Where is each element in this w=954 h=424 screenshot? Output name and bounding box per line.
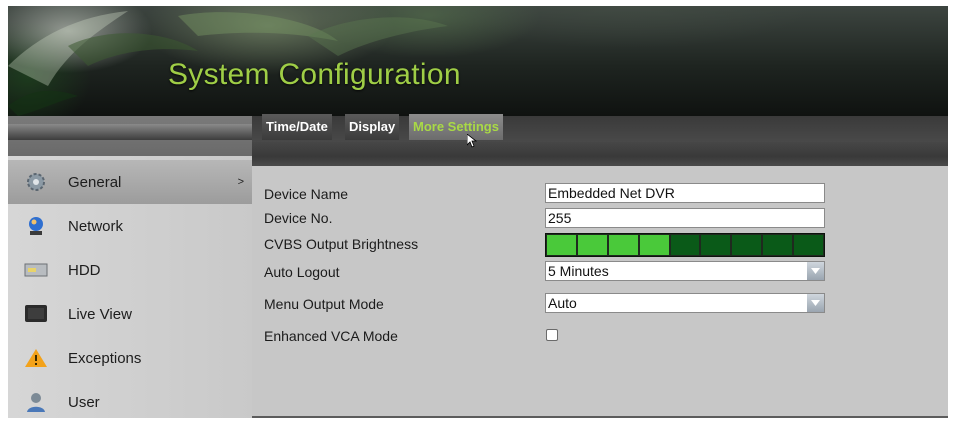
sidebar-item-label: Exceptions [68, 349, 142, 367]
page-title: System Configuration [168, 58, 461, 91]
gear-icon [22, 170, 50, 194]
enhanced-vca-mode-label: Enhanced VCA Mode [264, 328, 398, 344]
sidebar-item-label: General [68, 173, 122, 191]
cvbs-brightness-label: CVBS Output Brightness [264, 236, 419, 252]
sidebar-item-label: Live View [68, 305, 132, 323]
sidebar-item-user[interactable]: User [8, 380, 252, 424]
network-globe-icon [22, 214, 50, 238]
sidebar-item-label: User [68, 393, 100, 411]
hdd-icon [22, 258, 50, 282]
sidebar-item-live-view[interactable]: Live View [8, 292, 252, 336]
cvbs-brightness-slider[interactable] [545, 233, 825, 257]
auto-logout-label: Auto Logout [264, 264, 340, 280]
leaf-background-decoration [8, 11, 448, 116]
sidebar-item-label: HDD [68, 261, 101, 279]
enhanced-vca-mode-checkbox[interactable] [546, 329, 558, 341]
menu-output-mode-value: Auto [548, 295, 577, 311]
brightness-segment[interactable] [547, 235, 576, 255]
mouse-cursor-icon [467, 134, 477, 148]
settings-panel [252, 166, 948, 416]
brightness-segment[interactable] [763, 235, 793, 255]
sidebar-header [8, 116, 252, 156]
brightness-segment[interactable] [794, 235, 824, 255]
chevron-down-icon[interactable] [807, 294, 824, 312]
header-banner [8, 6, 948, 116]
brightness-segment[interactable] [577, 235, 607, 255]
sidebar-item-general[interactable]: General > [8, 160, 252, 204]
brightness-segment[interactable] [639, 235, 669, 255]
tab-display[interactable]: Display [345, 114, 400, 140]
sidebar-item-network[interactable]: Network [8, 204, 252, 248]
device-name-input[interactable]: Embedded Net DVR [545, 183, 825, 203]
tab-time-date[interactable]: Time/Date [262, 114, 332, 140]
auto-logout-select[interactable]: 5 Minutes [545, 261, 825, 281]
sidebar-item-exceptions[interactable]: Exceptions [8, 336, 252, 380]
menu-output-mode-select[interactable]: Auto [545, 293, 825, 313]
auto-logout-value: 5 Minutes [548, 263, 609, 279]
sidebar-item-label: Network [68, 217, 124, 235]
device-no-label: Device No. [264, 210, 333, 226]
device-no-input[interactable]: 255 [545, 208, 825, 228]
brightness-segment[interactable] [670, 235, 700, 255]
brightness-segment[interactable] [608, 235, 638, 255]
tab-more-settings[interactable]: More Settings [409, 114, 503, 140]
chevron-down-icon[interactable] [807, 262, 824, 280]
tab-underbar [252, 142, 948, 166]
warning-icon [22, 346, 50, 370]
brightness-segment[interactable] [701, 235, 731, 255]
chevron-right-icon: > [237, 176, 244, 188]
sidebar-item-hdd[interactable]: HDD [8, 248, 252, 292]
user-icon [22, 390, 50, 414]
menu-output-mode-label: Menu Output Mode [264, 296, 384, 312]
sidebar-header-bar [8, 124, 252, 140]
monitor-icon [22, 302, 50, 326]
device-name-label: Device Name [264, 186, 349, 202]
brightness-segment[interactable] [732, 235, 762, 255]
